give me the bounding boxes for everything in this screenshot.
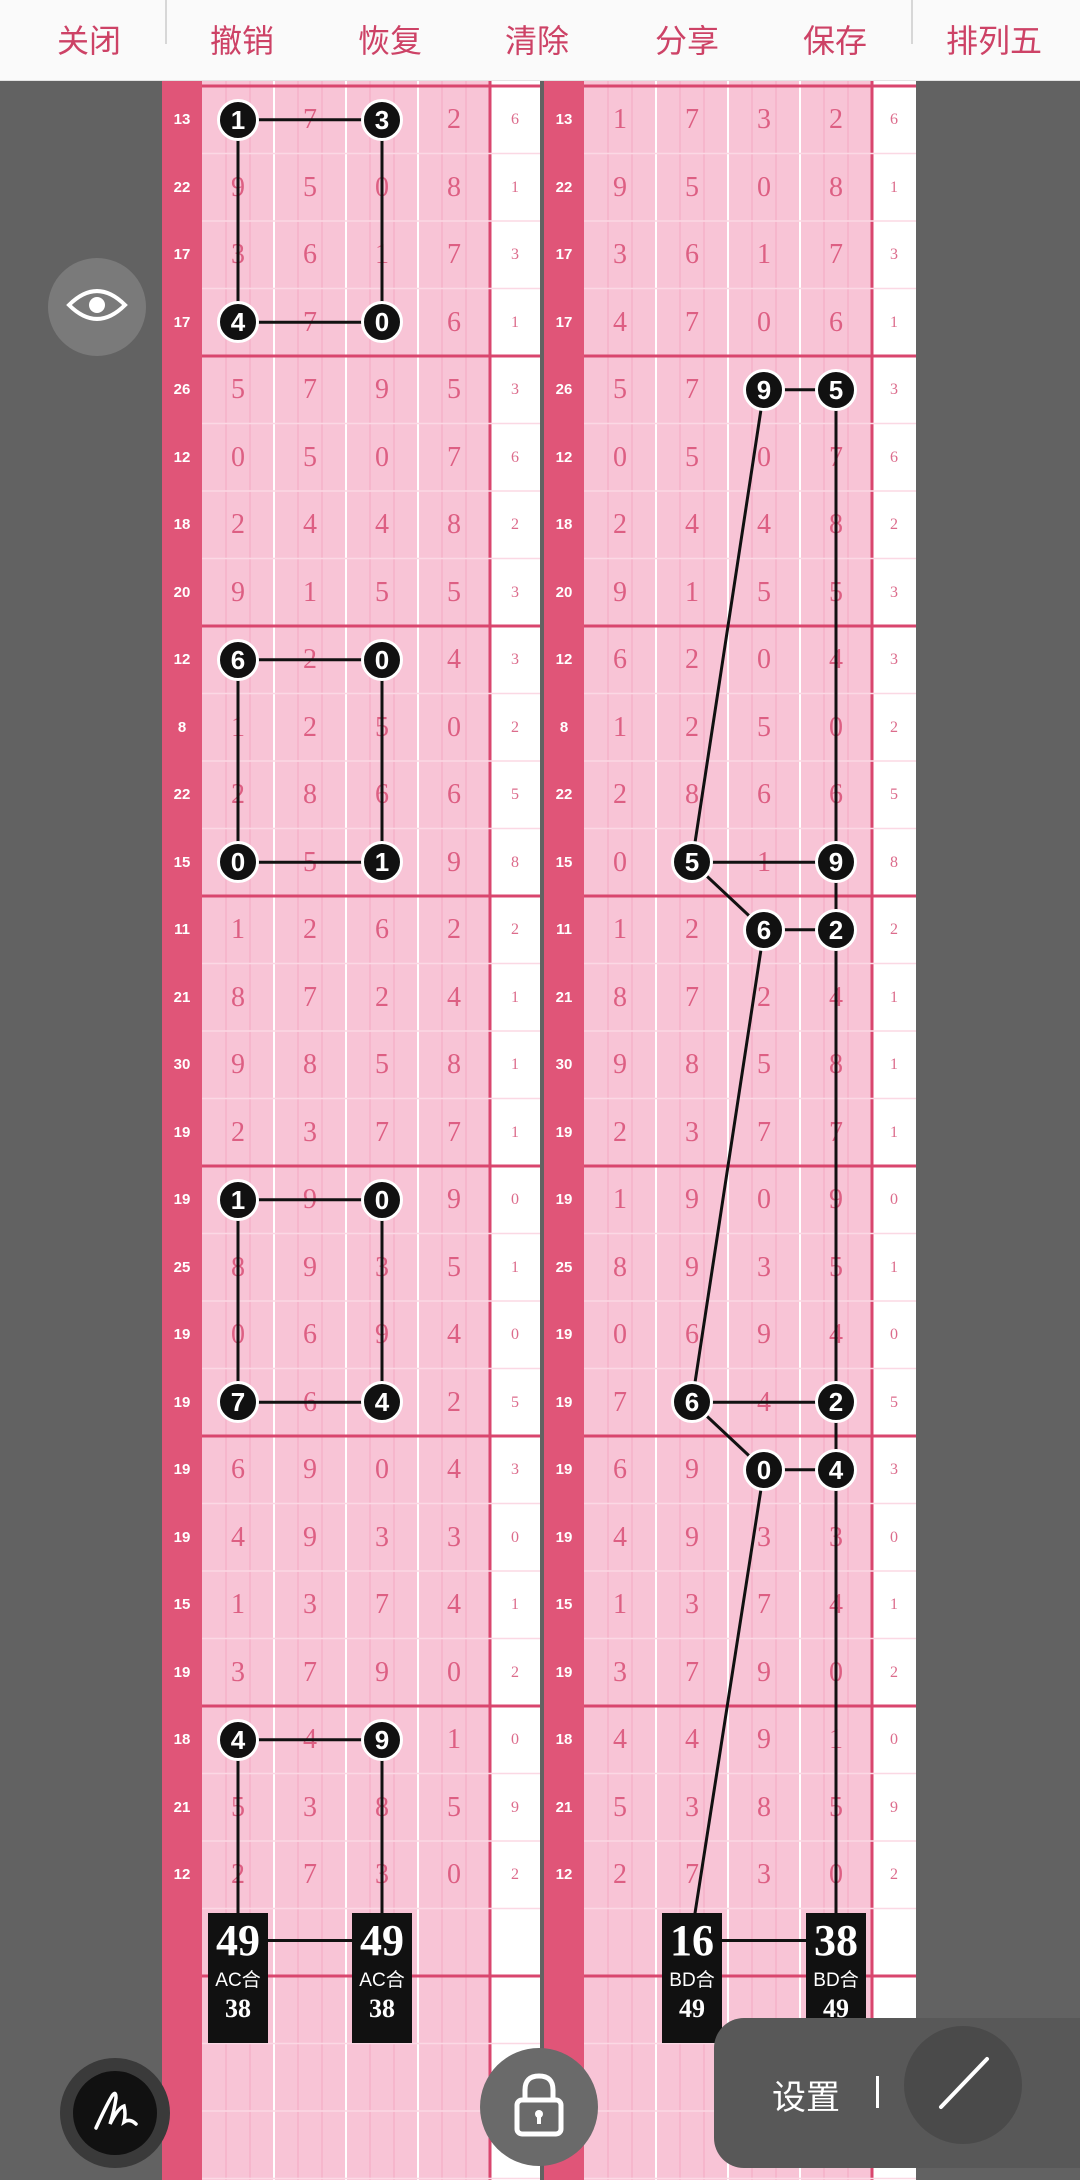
total-value: 49: [360, 1915, 404, 1965]
redo-label: 恢复: [357, 23, 422, 59]
clear-label: 清除: [504, 23, 569, 59]
total-label: AC合: [359, 1969, 405, 1991]
redo-button[interactable]: 恢复: [335, 0, 445, 80]
toolbar-divider: [911, 0, 913, 44]
close-icon: [78, 0, 100, 8]
lottery-type-button[interactable]: 排列五: [929, 0, 1059, 80]
total-sub-value: 38: [369, 1993, 395, 2023]
redo-icon: [379, 0, 401, 8]
left-total-box: 49 AC合 38: [352, 1912, 412, 2043]
save-button[interactable]: 保存: [780, 0, 890, 80]
undo-icon: [231, 0, 253, 8]
pen-tool-button[interactable]: [60, 2058, 170, 2168]
lottery-type-label: 排列五: [945, 23, 1042, 59]
total-sub-value: 49: [679, 1993, 705, 2023]
total-sub-value: 38: [225, 1993, 251, 2023]
line-icon: [931, 2051, 995, 2120]
total-value: 38: [814, 1915, 858, 1965]
chart-icon: [983, 0, 1005, 8]
save-icon: [824, 0, 846, 8]
pen-icon: [88, 2084, 142, 2143]
toggle-visibility-button[interactable]: [48, 258, 146, 356]
undo-label: 撤销: [209, 23, 274, 59]
line-tool-button[interactable]: [904, 2026, 1022, 2144]
lock-icon: [511, 2072, 567, 2143]
close-button[interactable]: 关闭: [34, 0, 144, 80]
lock-button[interactable]: [480, 2048, 598, 2166]
settings-divider: [876, 2076, 879, 2108]
settings-panel: 设置: [714, 2018, 1080, 2168]
total-label: AC合: [215, 1969, 261, 1991]
toolbar-divider: [165, 0, 167, 44]
share-button[interactable]: 分享: [632, 0, 742, 80]
total-label: BD合: [813, 1969, 859, 1991]
chart-board[interactable]: 1317326131732622950812295081173617317361…: [0, 80, 1080, 2180]
settings-button[interactable]: 设置: [772, 2070, 840, 2119]
right-total-box: 16 BD合 49: [662, 1912, 722, 2043]
eye-icon: [65, 285, 129, 330]
trash-icon: [526, 0, 548, 8]
left-total-box: 49 AC合 38: [208, 1912, 268, 2043]
share-icon: [676, 0, 698, 8]
total-value: 49: [216, 1915, 260, 1965]
undo-button[interactable]: 撤销: [187, 0, 297, 80]
total-value: 16: [670, 1915, 714, 1965]
total-label: BD合: [669, 1969, 715, 1991]
close-label: 关闭: [56, 23, 121, 59]
top-toolbar: 关闭 撤销 恢复 清除 分享 保存 排列五: [0, 0, 1080, 81]
totals-area: 49 AC合 38 49 AC合 38 16 BD合 49 38 BD合 49: [0, 80, 1080, 2180]
share-label: 分享: [654, 23, 719, 59]
clear-button[interactable]: 清除: [482, 0, 592, 80]
save-label: 保存: [802, 23, 867, 59]
